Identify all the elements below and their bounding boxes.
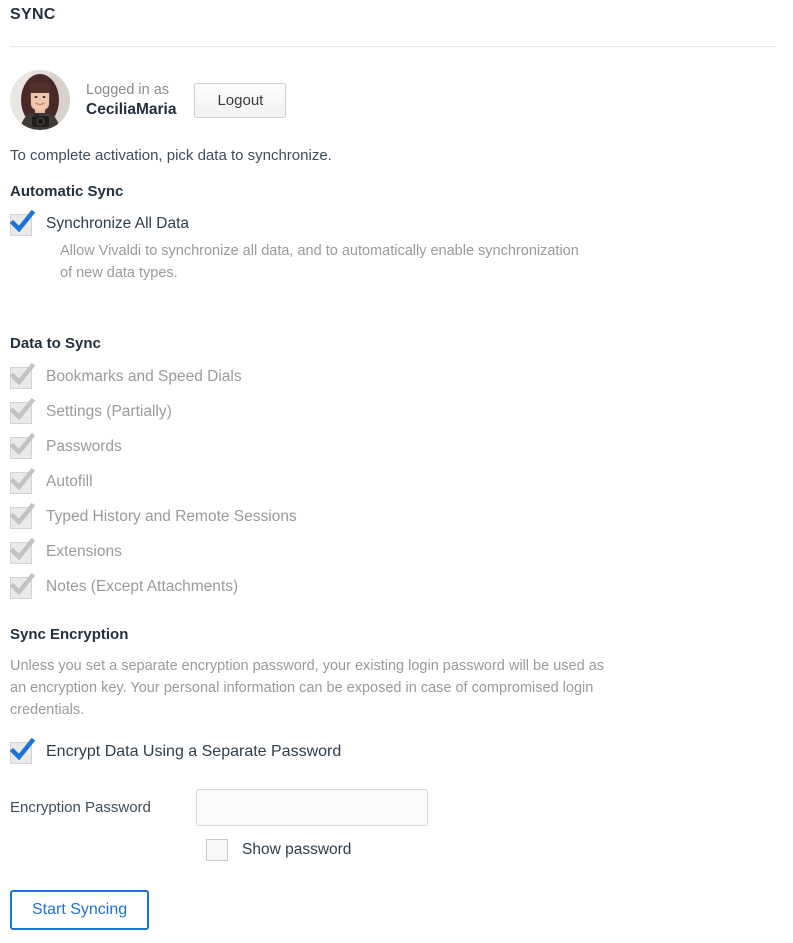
show-password-label: Show password [242,840,352,858]
title-divider [10,46,775,47]
data-to-sync-item: Passwords [9,432,297,459]
sync-settings-page: SYNC Logged in as CeciliaMaria Logout To… [0,0,793,943]
checkbox-checked-disabled-icon [9,362,36,389]
sync-encryption-description: Unless you set a separate encryption pas… [10,658,605,718]
data-to-sync-item: Extensions [9,537,297,564]
data-to-sync-item: Autofill [9,467,297,494]
page-title: SYNC [10,6,56,23]
data-to-sync-item-label: Passwords [46,438,122,455]
user-avatar-icon [10,70,70,130]
automatic-sync-heading: Automatic Sync [10,183,124,200]
data-to-sync-heading: Data to Sync [10,335,101,352]
checkbox-checked-icon[interactable] [9,737,36,764]
checkbox-checked-disabled-icon [9,572,36,599]
encryption-password-input[interactable] [196,789,428,826]
activation-note: To complete activation, pick data to syn… [10,147,332,164]
encrypt-data-label: Encrypt Data Using a Separate Password [46,743,342,760]
data-to-sync-item-label: Notes (Except Attachments) [46,578,239,595]
data-to-sync-list: Bookmarks and Speed Dials Settings (Part… [9,362,297,611]
encryption-password-label: Encryption Password [10,799,151,816]
encrypt-data-checkbox-row[interactable]: Encrypt Data Using a Separate Password [9,737,342,764]
data-to-sync-item: Settings (Partially) [9,397,297,424]
checkbox-checked-disabled-icon [9,397,36,424]
account-text: Logged in as CeciliaMaria [86,81,176,120]
account-username: CeciliaMaria [86,100,177,118]
data-to-sync-item-label: Typed History and Remote Sessions [46,508,297,525]
account-row: Logged in as CeciliaMaria Logout [10,70,287,130]
logged-in-label: Logged in as [86,81,170,98]
data-to-sync-item: Notes (Except Attachments) [9,572,297,599]
checkbox-unchecked-icon[interactable] [206,839,228,861]
data-to-sync-item-label: Bookmarks and Speed Dials [46,368,242,385]
data-to-sync-item: Bookmarks and Speed Dials [9,362,297,389]
synchronize-all-data-label: Synchronize All Data [46,215,190,232]
data-to-sync-item: Typed History and Remote Sessions [9,502,297,529]
data-to-sync-item-label: Settings (Partially) [46,403,172,420]
data-to-sync-item-label: Extensions [46,543,122,560]
start-syncing-button[interactable]: Start Syncing [10,890,150,930]
checkbox-checked-disabled-icon [9,502,36,529]
encryption-password-row: Encryption Password [10,789,428,826]
checkbox-checked-disabled-icon [9,432,36,459]
show-password-checkbox-row[interactable]: Show password [206,838,351,861]
synchronize-all-data-description: Allow Vivaldi to synchronize all data, a… [60,243,579,281]
data-to-sync-item-label: Autofill [46,473,93,490]
checkbox-checked-disabled-icon [9,537,36,564]
logout-button[interactable]: Logout [194,82,287,118]
checkbox-checked-disabled-icon [9,467,36,494]
synchronize-all-data-checkbox-row[interactable]: Synchronize All Data [9,209,190,236]
sync-encryption-heading: Sync Encryption [10,626,129,643]
checkbox-checked-icon[interactable] [9,209,36,236]
